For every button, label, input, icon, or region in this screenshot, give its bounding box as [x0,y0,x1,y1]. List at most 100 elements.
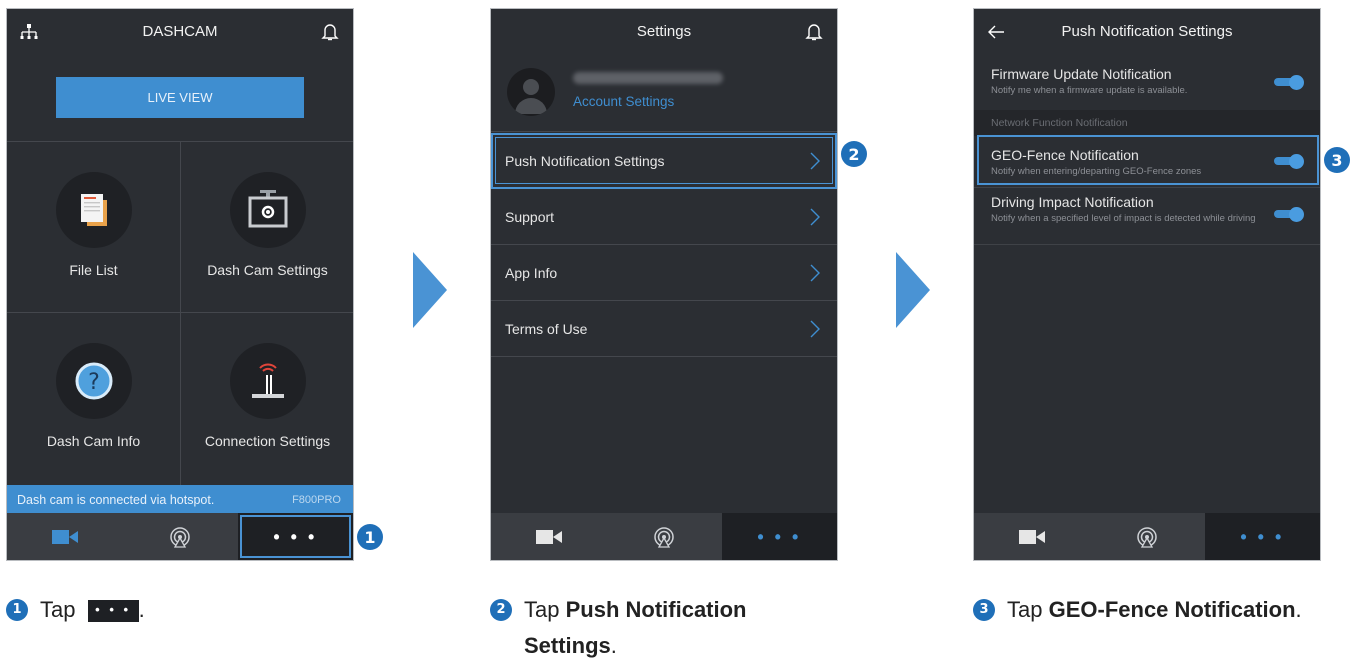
menu-push-notification-settings[interactable]: Push Notification Settings [491,133,837,189]
step-number: 2 [490,599,512,621]
status-text: Dash cam is connected via hotspot. [17,493,215,507]
page-title: DASHCAM [142,23,218,40]
more-icon: • • • [273,526,318,547]
menu-label: Push Notification Settings [505,152,665,169]
chevron-right-icon [810,208,820,226]
step-badge-2: 2 [841,141,867,167]
step-2-caption: 2 Tap Push Notification Settings. [490,592,747,664]
menu-terms-of-use[interactable]: Terms of Use [491,301,837,357]
account-settings-link[interactable]: Account Settings [573,94,674,109]
notification-title: Driving Impact Notification [991,194,1154,210]
tab-connection[interactable] [1089,513,1204,560]
video-camera-icon [535,529,562,544]
driving-impact-toggle[interactable] [1274,207,1304,222]
step-badge-1: 1 [357,524,383,550]
live-view-button[interactable]: LIVE VIEW [56,77,304,118]
page-title: Settings [636,23,692,40]
more-button-illustration: • • • [87,600,139,623]
avatar [507,68,555,116]
top-bar: Push Notification Settings [974,9,1320,54]
tab-camera[interactable] [7,513,122,560]
menu-app-info[interactable]: App Info [491,245,837,301]
settings-screen: Settings Account Settings Push Notificat… [490,8,838,561]
file-list-tile[interactable]: File List [7,142,180,312]
next-step-arrow-icon [413,252,447,328]
menu-support[interactable]: Support [491,189,837,245]
menu-label: Terms of Use [505,320,588,337]
dashcam-home-screen: DASHCAM LIVE VIEW File List Dash Cam Set… [6,8,354,561]
caption-target: GEO-Fence Notification [1048,597,1296,622]
section-header: Network Function Notification [974,110,1320,136]
connection-status-bar: Dash cam is connected via hotspot. F800P… [7,485,353,515]
highlight-box [977,135,1319,185]
more-icon: • • • [757,526,802,547]
divider [974,244,1320,245]
caption-period: . [610,633,617,658]
bottom-tab-bar: • • • [7,513,353,560]
tab-camera[interactable] [974,513,1089,560]
step-number: 1 [6,599,28,621]
tab-more[interactable]: • • • [721,513,837,560]
caption-text: Tap [524,597,560,622]
caption-text: Tap [40,597,76,622]
more-icon: • • • [1240,526,1285,547]
notification-title: Firmware Update Notification [991,66,1172,82]
push-notification-settings-screen: Push Notification Settings Firmware Upda… [973,8,1321,561]
network-icon[interactable] [19,22,39,42]
chevron-right-icon [810,264,820,282]
next-step-arrow-icon [896,252,930,328]
divider [974,187,1320,188]
wireless-icon [654,526,674,548]
step-1-caption: 1 Tap • • •. [6,592,145,628]
step-number: 3 [973,599,995,621]
wireless-icon [1137,526,1157,548]
tab-more[interactable]: • • • [1204,513,1320,560]
menu-label: App Info [505,264,558,281]
notification-description: Notify when a specified level of impact … [991,213,1256,224]
caption-period: . [138,597,145,622]
caption-target: Settings [524,633,611,658]
bell-icon[interactable] [805,22,823,42]
file-list-icon [55,172,132,248]
connection-settings-tile[interactable]: Connection Settings [181,313,353,483]
bottom-tab-bar: • • • [491,513,837,560]
tile-label: Dash Cam Settings [207,262,328,278]
caption-text: Tap [1007,597,1043,622]
tab-connection[interactable] [606,513,721,560]
tile-label: Connection Settings [204,433,331,449]
chevron-right-icon [810,320,820,338]
tab-camera[interactable] [491,513,606,560]
bell-icon[interactable] [321,22,339,42]
back-arrow-icon[interactable] [986,22,1006,42]
wireless-icon [170,526,190,548]
caption-period: . [1295,597,1302,622]
step-3-caption: 3 Tap GEO-Fence Notification. [973,592,1302,628]
top-bar: DASHCAM [7,9,353,54]
svg-text:?: ? [88,370,100,395]
caption-target: Push Notification [565,597,747,622]
dash-cam-info-tile[interactable]: ? Dash Cam Info [7,313,180,483]
driving-impact-row: Driving Impact Notification Notify when … [974,194,1320,225]
firmware-update-toggle[interactable] [1274,75,1304,90]
blurred-email [573,72,723,84]
account-section[interactable]: Account Settings [491,54,837,132]
model-name: F800PRO [292,494,341,506]
tab-more[interactable]: • • • [237,513,353,560]
tile-label: File List [69,262,118,278]
video-camera-icon [1018,529,1045,544]
page-title: Push Notification Settings [1061,23,1233,40]
tile-label: Dash Cam Info [46,433,141,449]
firmware-update-row: Firmware Update Notification Notify me w… [974,66,1320,97]
dashcam-settings-icon [229,172,306,248]
top-bar: Settings [491,9,837,54]
video-camera-icon [51,529,78,544]
dash-cam-settings-tile[interactable]: Dash Cam Settings [181,142,353,312]
router-icon [229,343,306,419]
notification-description: Notify me when a firmware update is avai… [991,85,1188,96]
bottom-tab-bar: • • • [974,513,1320,560]
menu-label: Support [505,208,555,225]
chevron-right-icon [810,152,820,170]
tab-connection[interactable] [122,513,237,560]
step-badge-3: 3 [1324,147,1350,173]
help-icon: ? [55,343,132,419]
